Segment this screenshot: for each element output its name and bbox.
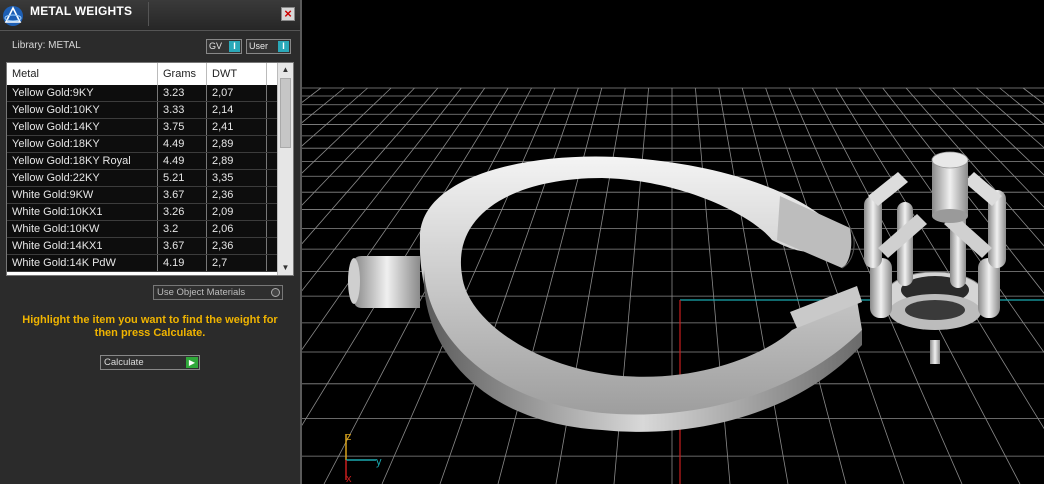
instruction-text: Highlight the item you want to find the … [22, 314, 278, 339]
calculate-label: Calculate [104, 357, 144, 368]
metal-table: Metal Grams DWT Yellow Gold:9KY 3.23 2,07 Y… [6, 62, 294, 276]
row-dwt-cell: 2,06 [207, 221, 267, 237]
row-grams-cell: 3.67 [158, 238, 207, 254]
row-grams-cell: 4.49 [158, 153, 207, 169]
close-button[interactable]: × [281, 7, 295, 21]
table-row[interactable]: Yellow Gold:14KY 3.75 2,41 [7, 119, 279, 136]
title-divider [148, 2, 149, 26]
row-dwt-cell: 2,09 [207, 204, 267, 220]
row-grams-cell: 4.49 [158, 136, 207, 152]
column-header-dwt[interactable]: DWT [207, 63, 267, 85]
row-grams-cell: 3.23 [158, 85, 207, 101]
scroll-down-icon[interactable]: ▼ [278, 261, 293, 275]
table-row[interactable]: Yellow Gold:18KY Royal 4.49 2,89 [7, 153, 279, 170]
row-dwt-cell: 2,89 [207, 153, 267, 169]
scroll-thumb[interactable] [280, 78, 291, 148]
row-dwt-cell: 2,36 [207, 187, 267, 203]
table-row[interactable]: Yellow Gold:18KY 4.49 2,89 [7, 136, 279, 153]
play-arrow-icon: ▶ [186, 357, 198, 368]
row-grams-cell: 3.33 [158, 102, 207, 118]
table-rows: Yellow Gold:9KY 3.23 2,07 Yellow Gold:10KY 3… [7, 85, 279, 272]
table-row[interactable]: White Gold:14K PdW 4.19 2,7 [7, 255, 279, 272]
axis-x-label: x [346, 473, 352, 484]
row-grams-cell: 4.19 [158, 255, 207, 271]
axis-gizmo: z y x [345, 431, 382, 484]
table-row[interactable]: White Gold:10KX1 3.26 2,09 [7, 204, 279, 221]
row-metal-cell: Yellow Gold:18KY Royal [7, 153, 158, 169]
row-grams-cell: 3.26 [158, 204, 207, 220]
row-dwt-cell: 2,14 [207, 102, 267, 118]
library-label: Library: METAL [12, 40, 81, 51]
row-dwt-cell: 3,35 [207, 170, 267, 186]
scroll-up-icon[interactable]: ▲ [278, 63, 293, 77]
panel-title: METAL WEIGHTS [30, 4, 133, 18]
row-metal-cell: White Gold:10KW [7, 221, 158, 237]
viewport-scene: z y x [302, 87, 1044, 484]
gv-toggle[interactable]: GV I [206, 39, 242, 54]
table-row[interactable]: White Gold:14KX1 3.67 2,36 [7, 238, 279, 255]
use-object-materials-label: Use Object Materials [157, 287, 246, 298]
row-dwt-cell: 2,36 [207, 238, 267, 254]
row-metal-cell: White Gold:14K PdW [7, 255, 158, 271]
row-grams-cell: 5.21 [158, 170, 207, 186]
row-dwt-cell: 2,89 [207, 136, 267, 152]
metal-weights-panel: METAL WEIGHTS × Library: METAL GV I User… [0, 0, 302, 484]
axis-z-label: z [346, 431, 352, 443]
row-metal-cell: Yellow Gold:22KY [7, 170, 158, 186]
row-metal-cell: White Gold:9KW [7, 187, 158, 203]
user-toggle-label: User [249, 41, 269, 51]
row-grams-cell: 3.75 [158, 119, 207, 135]
setting-head-model[interactable] [864, 151, 1006, 364]
user-indicator-icon: I [278, 41, 289, 52]
row-dwt-cell: 2,7 [207, 255, 267, 271]
row-dwt-cell: 2,07 [207, 85, 267, 101]
table-row[interactable]: White Gold:9KW 3.67 2,36 [7, 187, 279, 204]
row-metal-cell: Yellow Gold:18KY [7, 136, 158, 152]
ring-shank-model[interactable] [348, 156, 862, 432]
table-row[interactable]: Yellow Gold:10KY 3.33 2,14 [7, 102, 279, 119]
row-metal-cell: White Gold:10KX1 [7, 204, 158, 220]
row-metal-cell: White Gold:14KX1 [7, 238, 158, 254]
user-toggle[interactable]: User I [246, 39, 291, 54]
panel-titlebar: METAL WEIGHTS × [0, 0, 300, 31]
radio-icon[interactable] [271, 288, 280, 297]
axis-y-label: y [376, 456, 382, 468]
table-header: Metal Grams DWT [7, 63, 279, 85]
row-grams-cell: 3.2 [158, 221, 207, 237]
gv-indicator-icon: I [229, 41, 240, 52]
calculate-button[interactable]: Calculate ▶ [100, 355, 200, 370]
row-metal-cell: Yellow Gold:9KY [7, 85, 158, 101]
row-metal-cell: Yellow Gold:14KY [7, 119, 158, 135]
table-row[interactable]: White Gold:10KW 3.2 2,06 [7, 221, 279, 238]
app-logo-icon [3, 6, 23, 26]
use-object-materials-option[interactable]: Use Object Materials [153, 285, 283, 300]
table-row[interactable]: Yellow Gold:9KY 3.23 2,07 [7, 85, 279, 102]
row-grams-cell: 3.67 [158, 187, 207, 203]
column-header-grams[interactable]: Grams [158, 63, 207, 85]
row-metal-cell: Yellow Gold:10KY [7, 102, 158, 118]
row-dwt-cell: 2,41 [207, 119, 267, 135]
3d-viewport[interactable]: z y x [302, 0, 1044, 484]
gv-toggle-label: GV [209, 41, 223, 51]
column-header-metal[interactable]: Metal [7, 63, 158, 85]
table-row[interactable]: Yellow Gold:22KY 5.21 3,35 [7, 170, 279, 187]
table-scrollbar[interactable]: ▲ ▼ [277, 63, 293, 275]
